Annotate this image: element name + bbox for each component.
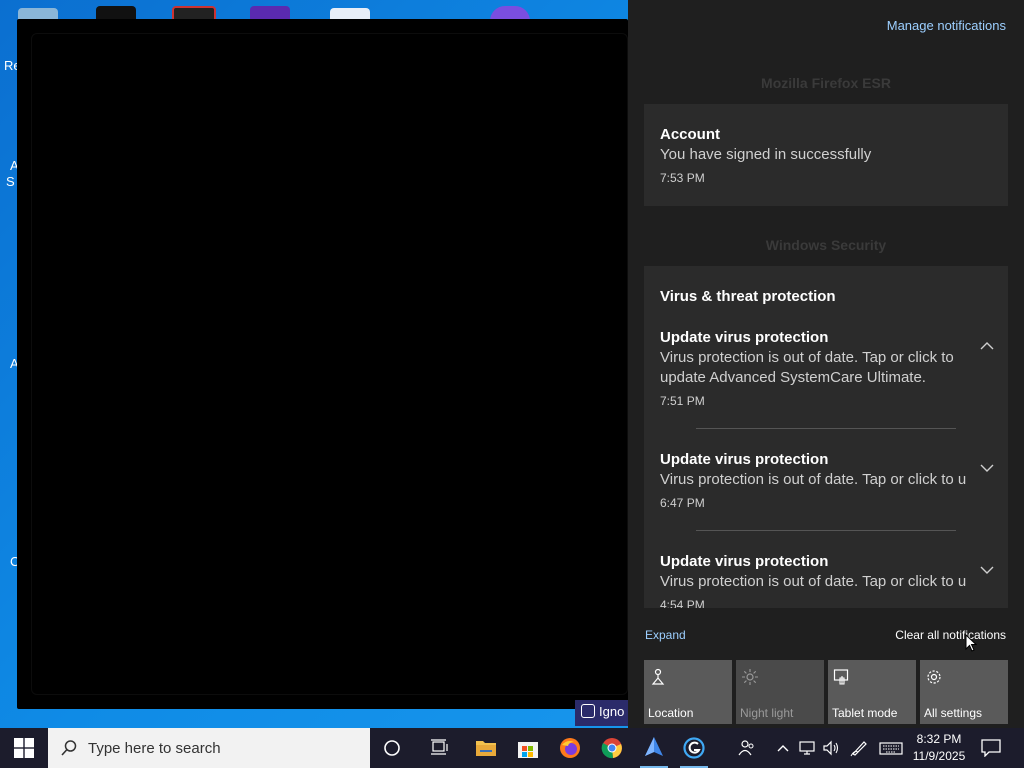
ignore-button[interactable]: Igno (575, 700, 635, 726)
chevron-up-icon[interactable] (978, 337, 996, 355)
quick-action-label: Tablet mode (832, 706, 898, 720)
file-explorer-icon (476, 741, 496, 756)
advanced-systemcare-icon (683, 737, 705, 759)
notification-item[interactable]: Update virus protection Virus protection… (644, 322, 1008, 418)
chrome-button[interactable] (592, 728, 632, 768)
notification-card-account[interactable]: Account You have signed in successfully … (644, 104, 1008, 206)
blank-window-content (31, 33, 628, 695)
clear-all-notifications-link[interactable]: Clear all notifications (895, 628, 1006, 642)
notification-title: Account (660, 126, 720, 143)
task-view-button[interactable] (420, 728, 460, 768)
windows-logo-icon (14, 738, 34, 758)
chevron-up-icon[interactable] (773, 738, 793, 758)
ignore-label: Igno (599, 704, 625, 719)
system-clock[interactable]: 8:32 PM 11/9/2025 (906, 731, 972, 765)
separator (696, 428, 956, 429)
quick-action-label: Night light (740, 706, 794, 720)
quick-action-label: All settings (924, 706, 983, 720)
taskbar-search-box[interactable]: Type here to search (48, 728, 370, 768)
location-icon (651, 668, 665, 685)
quick-action-all-settings[interactable]: All settings (920, 660, 1008, 724)
search-placeholder: Type here to search (88, 740, 221, 757)
notification-title: Update virus protection (660, 553, 829, 570)
notification-time: 6:47 PM (660, 496, 705, 510)
app-icon (645, 737, 663, 756)
group-header-windows-security[interactable]: Windows Security (644, 237, 1008, 253)
pen-icon[interactable] (849, 738, 869, 758)
cortana-icon (384, 740, 400, 756)
volume-icon[interactable] (821, 738, 841, 758)
expand-link[interactable]: Expand (645, 628, 686, 642)
notification-icon (981, 739, 1001, 757)
separator (696, 530, 956, 531)
advanced-systemcare-button[interactable] (674, 728, 714, 768)
notification-time: 4:54 PM (660, 598, 705, 608)
notification-card-security: Virus & threat protection Update virus p… (644, 266, 1008, 608)
quick-action-label: Location (648, 706, 694, 720)
tablet-mode-icon (833, 669, 849, 685)
network-icon[interactable] (797, 738, 817, 758)
quick-action-location[interactable]: Location (644, 660, 732, 724)
search-icon (61, 740, 77, 756)
gear-icon (927, 670, 941, 684)
microsoft-store-icon (518, 742, 538, 758)
desktop-label: S (6, 174, 15, 189)
blank-window[interactable] (17, 19, 628, 709)
action-center: Manage notifications Mozilla Firefox ESR… (628, 0, 1024, 728)
task-view-icon (431, 739, 448, 755)
clock-date: 11/9/2025 (912, 749, 966, 763)
action-center-button[interactable] (976, 728, 1006, 768)
notification-time: 7:51 PM (660, 394, 705, 408)
chevron-down-icon[interactable] (978, 459, 996, 477)
notification-body: Virus protection is out of date. Tap or … (660, 471, 967, 488)
clock-time: 8:32 PM (916, 732, 962, 746)
file-explorer-button[interactable] (466, 728, 506, 768)
quick-action-night-light[interactable]: Night light (736, 660, 824, 724)
chrome-icon (601, 738, 622, 759)
quick-action-tablet-mode[interactable]: Tablet mode (828, 660, 916, 724)
people-icon[interactable] (737, 738, 757, 758)
taskbar: Type here to search 8:32 PM 11/9/2025 (0, 728, 1024, 768)
firefox-icon (560, 738, 580, 758)
group-header-firefox[interactable]: Mozilla Firefox ESR (644, 75, 1008, 91)
chevron-down-icon[interactable] (978, 561, 996, 579)
notification-body: You have signed in successfully (660, 146, 872, 163)
notification-time: 7:53 PM (660, 171, 705, 185)
notification-item[interactable]: Update virus protection Virus protection… (644, 546, 1008, 608)
notification-title: Update virus protection (660, 451, 829, 468)
checkbox-icon (581, 704, 595, 718)
start-button[interactable] (0, 728, 48, 768)
notification-body: Virus protection is out of date. Tap or … (660, 349, 954, 386)
keyboard-icon[interactable] (879, 738, 903, 758)
app-button[interactable] (634, 728, 674, 768)
mouse-cursor-icon (965, 634, 977, 652)
manage-notifications-link[interactable]: Manage notifications (887, 18, 1006, 33)
notification-title: Update virus protection (660, 329, 829, 346)
cortana-button[interactable] (372, 728, 412, 768)
notification-body: Virus protection is out of date. Tap or … (660, 573, 967, 590)
night-light-icon (742, 669, 758, 685)
microsoft-store-button[interactable] (508, 728, 548, 768)
firefox-button[interactable] (550, 728, 590, 768)
notification-group-heading: Virus & threat protection (660, 288, 836, 305)
notification-item[interactable]: Update virus protection Virus protection… (644, 444, 1008, 524)
